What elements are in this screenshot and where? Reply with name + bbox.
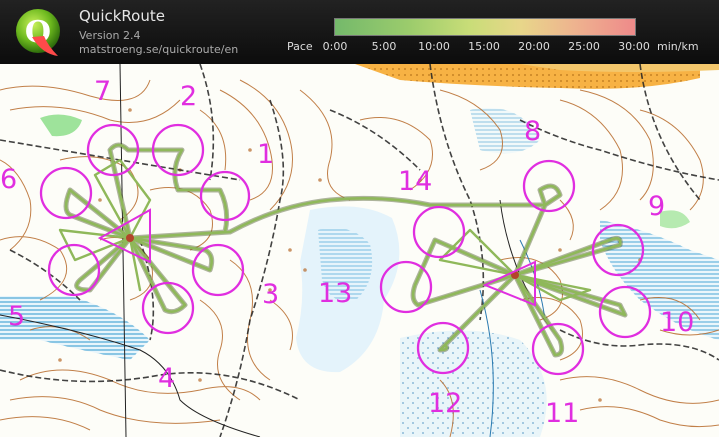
- control-number: 6: [0, 164, 17, 195]
- control-number: 5: [8, 301, 25, 332]
- control-number: 10: [660, 307, 694, 338]
- header-bar: Q QuickRoute Version 2.4 matstroeng.se/q…: [0, 0, 719, 64]
- control-number: 4: [158, 363, 175, 394]
- orienteering-map[interactable]: 1 2 3 4 5 6 7 8 9 10 11 12 13 14: [0, 64, 719, 437]
- control-number: 8: [524, 116, 541, 147]
- pace-unit: min/km: [657, 40, 699, 53]
- control-number: 1: [257, 139, 274, 170]
- quickroute-viewer: Q QuickRoute Version 2.4 matstroeng.se/q…: [0, 0, 719, 437]
- pace-color-scale: [334, 18, 636, 36]
- pace-tick: 10:00: [418, 40, 450, 53]
- pace-tick: 0:00: [322, 40, 348, 53]
- pace-tick: 15:00: [468, 40, 500, 53]
- pace-tick: 20:00: [518, 40, 550, 53]
- control-number: 12: [428, 388, 462, 419]
- control-number: 14: [398, 166, 432, 197]
- control-number: 11: [545, 398, 579, 429]
- pace-tick: 5:00: [371, 40, 397, 53]
- control-number: 7: [94, 76, 111, 107]
- pace-tick: 30:00: [618, 40, 650, 53]
- control-number: 9: [648, 191, 665, 222]
- app-title: QuickRoute: [79, 7, 165, 25]
- marsh-area: [400, 330, 547, 437]
- pace-tick-labels: 0:00 5:00 10:00 15:00 20:00 25:00 30:00: [0, 40, 719, 54]
- control-number: 3: [262, 279, 279, 310]
- pace-tick: 25:00: [568, 40, 600, 53]
- control-number: 13: [318, 278, 352, 309]
- control-number: 2: [180, 81, 197, 112]
